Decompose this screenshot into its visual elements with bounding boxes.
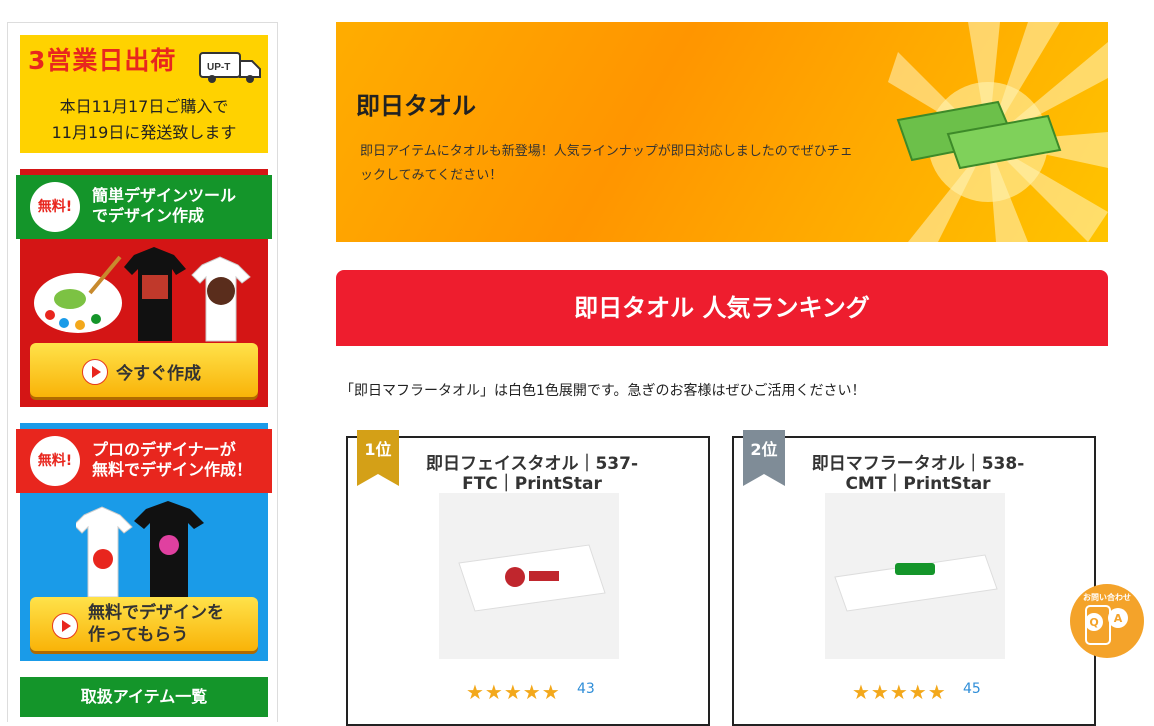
rating-stars: ★★★★★ — [852, 680, 947, 704]
play-icon — [82, 359, 108, 385]
request-design-button[interactable]: 無料でデザインを 作ってもらう — [30, 597, 258, 651]
pro-design-text: プロのデザイナーが 無料でデザイン作成！ — [92, 440, 252, 480]
design-tool-text-line-1: 簡単デザインツール — [92, 186, 237, 205]
towel-illustration — [888, 22, 1108, 242]
rank-label: 2位 — [750, 440, 778, 459]
face-towel-image — [458, 544, 606, 612]
tshirt-samples-icon — [124, 247, 251, 342]
request-design-label: 無料でデザインを 作ってもらう — [88, 602, 224, 646]
review-count[interactable]: 45 — [963, 681, 981, 697]
ranking-note: 「即日マフラータオル」は白色1色展開です。急ぎのお客様はぜひご活用ください！ — [340, 383, 866, 399]
muffler-towel-image — [834, 554, 998, 612]
request-design-label-line-1: 無料でデザインを — [88, 603, 224, 623]
qa-chat-icon: お問い合わせ Q A — [1083, 592, 1131, 645]
create-now-button[interactable]: 今すぐ作成 — [30, 343, 258, 397]
shipping-title: 3営業日出荷 — [28, 46, 177, 75]
rank-badge: 1位 — [357, 430, 399, 486]
product-title[interactable]: 即日マフラータオル｜538-CMT｜PrintStar — [802, 454, 1034, 494]
play-icon — [52, 613, 78, 639]
ranking-banner: 即日タオル 人気ランキング — [336, 270, 1108, 346]
shipping-line-1: 本日11月17日ご購入で — [59, 97, 229, 116]
product-card-2[interactable]: 2位 即日マフラータオル｜538-CMT｜PrintStar ★★★★★ 45 — [732, 430, 1096, 726]
review-count[interactable]: 43 — [577, 681, 595, 697]
rating-stars: ★★★★★ — [466, 680, 561, 704]
product-card-1[interactable]: 1位 即日フェイスタオル｜537-FTC｜PrintStar ★★★★★ 43 — [346, 430, 710, 726]
request-design-label-line-2: 作ってもらう — [88, 625, 189, 645]
sidebar: 3営業日出荷 UP-T 本日11月17日ご購入で 11月19日に発送致します 無… — [7, 22, 278, 722]
contact-help-button[interactable]: お問い合わせ Q A — [1070, 584, 1144, 658]
tshirt-samples-icon — [76, 501, 204, 598]
rank-label: 1位 — [364, 440, 392, 459]
svg-text:Q: Q — [1089, 616, 1098, 629]
free-badge: 無料! — [30, 436, 80, 486]
truck-icon: UP-T — [199, 52, 261, 83]
pro-design-text-line-2: 無料でデザイン作成！ — [92, 460, 253, 479]
hero-title: 即日タオル — [356, 92, 476, 120]
item-list-heading[interactable]: 取扱アイテム一覧 — [20, 677, 268, 717]
pro-design-banner[interactable]: 無料! プロのデザイナーが 無料でデザイン作成！ 無料でデザインを 作ってもらう — [16, 423, 272, 661]
design-tool-banner[interactable]: 無料! 簡単デザインツール でデザイン作成 今すぐ作成 — [16, 169, 272, 407]
pro-design-header: 無料! プロのデザイナーが 無料でデザイン作成！ — [16, 429, 272, 493]
shipping-line-2: 11月19日に発送致します — [51, 123, 237, 142]
product-image[interactable] — [825, 493, 1005, 659]
svg-text:A: A — [1114, 612, 1123, 625]
hero-banner: 即日タオル 即日アイテムにタオルも新登場！人気ラインナップが即日対応しましたので… — [336, 22, 1108, 242]
product-title[interactable]: 即日フェイスタオル｜537-FTC｜PrintStar — [416, 454, 648, 494]
rank-badge: 2位 — [743, 430, 785, 486]
design-tool-text: 簡単デザインツール でデザイン作成 — [92, 186, 236, 226]
design-tool-header: 無料! 簡単デザインツール でデザイン作成 — [16, 175, 272, 239]
help-label: お問い合わせ — [1083, 592, 1131, 602]
design-tool-text-line-2: でデザイン作成 — [92, 206, 205, 225]
truck-label: UP-T — [207, 62, 230, 73]
paint-palette-icon — [34, 255, 122, 333]
create-now-label: 今すぐ作成 — [116, 364, 201, 384]
free-badge: 無料! — [30, 182, 80, 232]
product-image[interactable] — [439, 493, 619, 659]
pro-design-text-line-1: プロのデザイナーが — [92, 440, 236, 459]
shipping-banner[interactable]: 3営業日出荷 UP-T 本日11月17日ご購入で 11月19日に発送致します — [20, 35, 268, 153]
hero-description: 即日アイテムにタオルも新登場！人気ラインナップが即日対応しましたのでぜひチェック… — [360, 144, 853, 183]
